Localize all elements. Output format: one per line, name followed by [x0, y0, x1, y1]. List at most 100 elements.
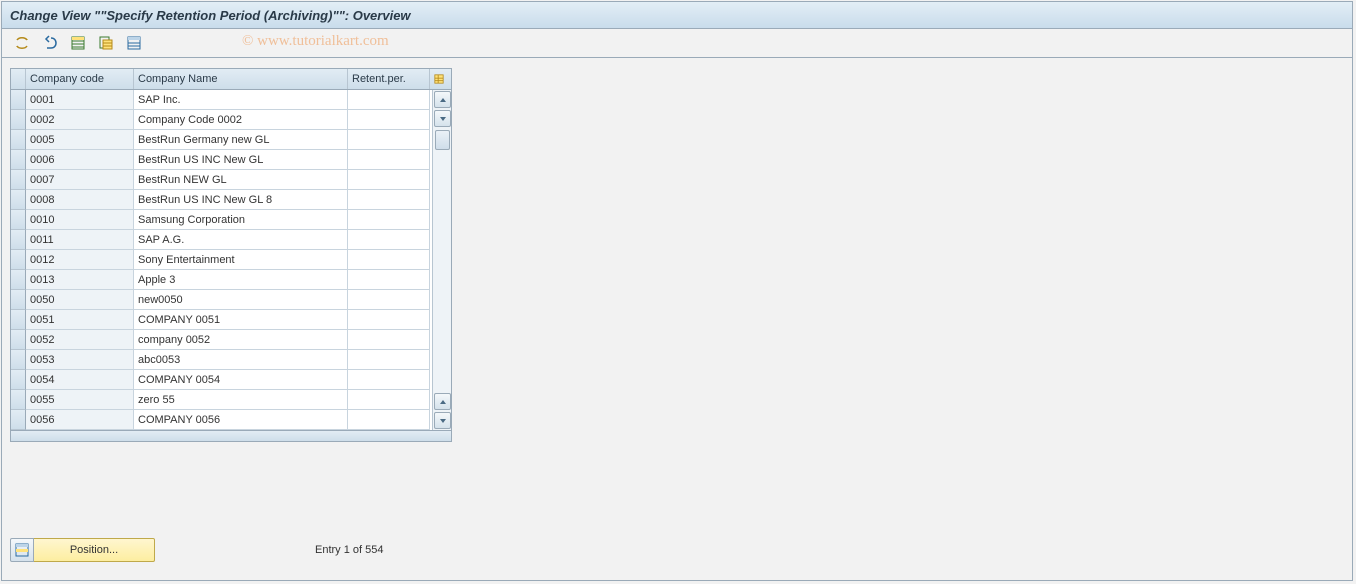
cell-company-name[interactable]: new0050	[134, 290, 348, 310]
scroll-page-down-button[interactable]	[434, 393, 451, 410]
cell-retention-period[interactable]	[348, 230, 430, 250]
row-select-handle[interactable]	[11, 170, 26, 190]
scroll-line-up-button[interactable]	[434, 91, 451, 108]
row-select-handle[interactable]	[11, 290, 26, 310]
cell-company-name[interactable]: COMPANY 0056	[134, 410, 348, 430]
cell-company-code[interactable]: 0002	[26, 110, 134, 130]
change-toggle-button[interactable]	[10, 32, 34, 54]
cell-company-name[interactable]: BestRun NEW GL	[134, 170, 348, 190]
cell-retention-period[interactable]	[348, 390, 430, 410]
cell-company-name[interactable]: Sony Entertainment	[134, 250, 348, 270]
delete-icon	[126, 35, 142, 51]
undo-button[interactable]	[38, 32, 62, 54]
cell-company-code[interactable]: 0055	[26, 390, 134, 410]
cell-company-code[interactable]: 0012	[26, 250, 134, 270]
cell-retention-period[interactable]	[348, 350, 430, 370]
scroll-page-up-button[interactable]	[434, 110, 451, 127]
vertical-scrollbar[interactable]	[432, 90, 451, 430]
cell-company-name[interactable]: zero 55	[134, 390, 348, 410]
table-row: 0050new0050	[11, 290, 432, 310]
cell-retention-period[interactable]	[348, 190, 430, 210]
cell-retention-period[interactable]	[348, 250, 430, 270]
cell-company-name[interactable]: COMPANY 0051	[134, 310, 348, 330]
table-settings-button[interactable]	[430, 69, 448, 89]
row-select-handle[interactable]	[11, 350, 26, 370]
cell-company-name[interactable]: SAP Inc.	[134, 90, 348, 110]
cell-company-name[interactable]: company 0052	[134, 330, 348, 350]
cell-company-name[interactable]: Apple 3	[134, 270, 348, 290]
table-row: 0052company 0052	[11, 330, 432, 350]
cell-company-code[interactable]: 0005	[26, 130, 134, 150]
table-row: 0008BestRun US INC New GL 8	[11, 190, 432, 210]
cell-company-name[interactable]: abc0053	[134, 350, 348, 370]
col-header-company-name[interactable]: Company Name	[134, 69, 348, 89]
cell-company-name[interactable]: Company Code 0002	[134, 110, 348, 130]
cell-retention-period[interactable]	[348, 370, 430, 390]
position-icon-button[interactable]	[10, 538, 34, 562]
row-select-handle[interactable]	[11, 150, 26, 170]
cell-retention-period[interactable]	[348, 110, 430, 130]
col-header-retention[interactable]: Retent.per.	[348, 69, 430, 89]
cell-company-name[interactable]: BestRun Germany new GL	[134, 130, 348, 150]
cell-company-name[interactable]: Samsung Corporation	[134, 210, 348, 230]
cell-company-code[interactable]: 0010	[26, 210, 134, 230]
cell-retention-period[interactable]	[348, 130, 430, 150]
cell-company-name[interactable]: COMPANY 0054	[134, 370, 348, 390]
row-select-handle[interactable]	[11, 410, 26, 430]
cell-company-code[interactable]: 0053	[26, 350, 134, 370]
cell-retention-period[interactable]	[348, 210, 430, 230]
select-all-handle[interactable]	[11, 69, 26, 89]
row-select-handle[interactable]	[11, 210, 26, 230]
row-select-handle[interactable]	[11, 370, 26, 390]
content-area: Company code Company Name Retent.per. 00…	[2, 58, 1352, 442]
row-select-handle[interactable]	[11, 270, 26, 290]
table-row: 0012Sony Entertainment	[11, 250, 432, 270]
row-select-handle[interactable]	[11, 130, 26, 150]
cell-retention-period[interactable]	[348, 310, 430, 330]
cell-retention-period[interactable]	[348, 150, 430, 170]
table-row: 0013Apple 3	[11, 270, 432, 290]
cell-company-code[interactable]: 0006	[26, 150, 134, 170]
cell-company-code[interactable]: 0050	[26, 290, 134, 310]
watermark-text: © www.tutorialkart.com	[242, 33, 389, 50]
row-select-handle[interactable]	[11, 190, 26, 210]
row-select-handle[interactable]	[11, 230, 26, 250]
col-header-company-code[interactable]: Company code	[26, 69, 134, 89]
cell-company-name[interactable]: BestRun US INC New GL	[134, 150, 348, 170]
cell-retention-period[interactable]	[348, 90, 430, 110]
copy-as-icon	[98, 35, 114, 51]
change-toggle-icon	[14, 35, 30, 51]
cell-company-code[interactable]: 0056	[26, 410, 134, 430]
cell-company-name[interactable]: SAP A.G.	[134, 230, 348, 250]
delete-button[interactable]	[122, 32, 146, 54]
new-entries-icon	[70, 35, 86, 51]
cell-company-name[interactable]: BestRun US INC New GL 8	[134, 190, 348, 210]
row-select-handle[interactable]	[11, 390, 26, 410]
row-select-handle[interactable]	[11, 330, 26, 350]
row-select-handle[interactable]	[11, 250, 26, 270]
cell-company-code[interactable]: 0051	[26, 310, 134, 330]
cell-retention-period[interactable]	[348, 330, 430, 350]
position-button[interactable]: Position...	[34, 538, 155, 562]
cell-company-code[interactable]: 0052	[26, 330, 134, 350]
cell-company-code[interactable]: 0008	[26, 190, 134, 210]
table-row: 0055zero 55	[11, 390, 432, 410]
data-grid: Company code Company Name Retent.per. 00…	[10, 68, 452, 442]
cell-company-code[interactable]: 0001	[26, 90, 134, 110]
scroll-line-down-button[interactable]	[434, 412, 451, 429]
row-select-handle[interactable]	[11, 310, 26, 330]
row-select-handle[interactable]	[11, 110, 26, 130]
copy-as-button[interactable]	[94, 32, 118, 54]
cell-company-code[interactable]: 0013	[26, 270, 134, 290]
cell-retention-period[interactable]	[348, 410, 430, 430]
cell-retention-period[interactable]	[348, 170, 430, 190]
cell-company-code[interactable]: 0054	[26, 370, 134, 390]
cell-company-code[interactable]: 0011	[26, 230, 134, 250]
cell-retention-period[interactable]	[348, 270, 430, 290]
cell-company-code[interactable]: 0007	[26, 170, 134, 190]
scroll-thumb[interactable]	[435, 130, 450, 150]
cell-retention-period[interactable]	[348, 290, 430, 310]
new-entries-button[interactable]	[66, 32, 90, 54]
row-select-handle[interactable]	[11, 90, 26, 110]
table-row: 0007BestRun NEW GL	[11, 170, 432, 190]
